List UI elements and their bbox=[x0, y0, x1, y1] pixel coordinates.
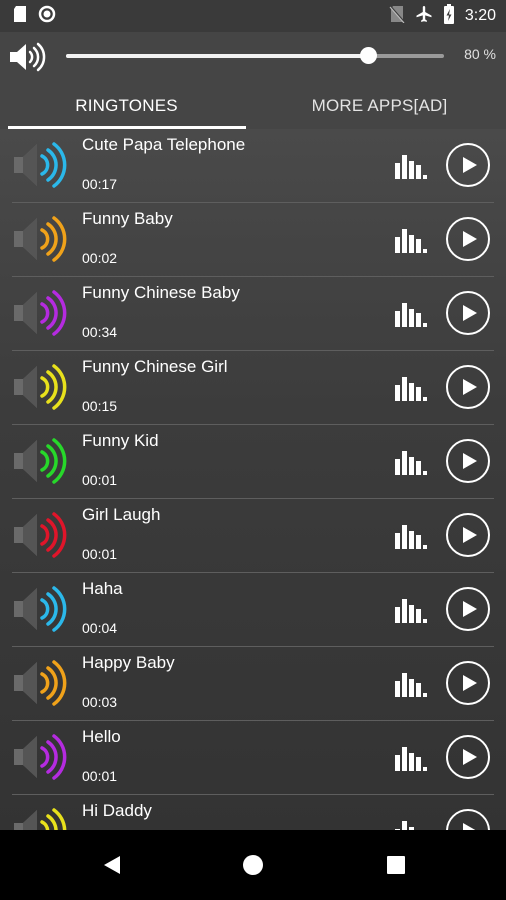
speaker-icon bbox=[12, 213, 70, 270]
speaker-icon bbox=[12, 361, 70, 418]
speaker-icon bbox=[12, 657, 70, 714]
ringtone-duration: 00:34 bbox=[82, 324, 118, 340]
play-button[interactable] bbox=[446, 217, 490, 261]
play-button[interactable] bbox=[446, 143, 490, 187]
ringtone-name: Funny Kid bbox=[82, 431, 159, 450]
equalizer-icon[interactable] bbox=[394, 669, 428, 702]
sd-card-icon bbox=[12, 5, 28, 28]
speaker-icon bbox=[12, 731, 70, 788]
back-icon bbox=[104, 856, 120, 874]
volume-percent: 80 % bbox=[464, 46, 496, 62]
ringtone-row[interactable]: Girl Laugh 00:01 bbox=[0, 499, 506, 573]
equalizer-icon[interactable] bbox=[394, 151, 428, 184]
ringtone-row[interactable]: Haha 00:04 bbox=[0, 573, 506, 647]
ringtone-row[interactable]: Funny Chinese Girl 00:15 bbox=[0, 351, 506, 425]
ringtone-name: Hi Daddy bbox=[82, 801, 152, 820]
volume-icon[interactable] bbox=[8, 41, 46, 78]
play-button[interactable] bbox=[446, 365, 490, 409]
ringtone-duration: 00:15 bbox=[82, 398, 118, 414]
ringtone-list[interactable]: Cute Papa Telephone 00:17 Funny Baby 00:… bbox=[0, 129, 506, 830]
volume-bar: 80 % bbox=[0, 32, 506, 82]
volume-slider[interactable] bbox=[66, 47, 444, 64]
ringtone-duration: 00:01 bbox=[82, 768, 118, 784]
ringtone-row[interactable]: Happy Baby 00:03 bbox=[0, 647, 506, 721]
equalizer-icon[interactable] bbox=[394, 299, 428, 332]
equalizer-icon[interactable] bbox=[394, 373, 428, 406]
ringtone-name: Funny Chinese Baby bbox=[82, 283, 240, 302]
status-bar: 3:20 bbox=[0, 0, 506, 32]
clock: 3:20 bbox=[464, 7, 496, 24]
play-button[interactable] bbox=[446, 809, 490, 830]
play-button[interactable] bbox=[446, 587, 490, 631]
ringtone-duration: 00:17 bbox=[82, 176, 118, 192]
ringtone-name: Girl Laugh bbox=[82, 505, 161, 524]
back-button[interactable] bbox=[72, 830, 152, 900]
ringtone-row[interactable]: Hello 00:01 bbox=[0, 721, 506, 795]
speaker-icon bbox=[12, 435, 70, 492]
equalizer-icon[interactable] bbox=[394, 817, 428, 830]
play-button[interactable] bbox=[446, 439, 490, 483]
ringtone-name: Haha bbox=[82, 579, 123, 598]
tab-more-apps[interactable]: MORE APPS[AD] bbox=[253, 82, 506, 129]
ringtone-name: Funny Baby bbox=[82, 209, 173, 228]
ringtone-name: Happy Baby bbox=[82, 653, 175, 672]
ringtone-duration: 00:03 bbox=[82, 694, 118, 710]
speaker-icon bbox=[12, 509, 70, 566]
volume-slider-fill bbox=[66, 54, 369, 58]
recents-button[interactable] bbox=[356, 830, 436, 900]
home-icon bbox=[243, 855, 263, 875]
play-button[interactable] bbox=[446, 291, 490, 335]
circle-status-icon bbox=[38, 5, 56, 28]
ringtone-duration: 00:02 bbox=[82, 250, 118, 266]
speaker-icon bbox=[12, 139, 70, 196]
equalizer-icon[interactable] bbox=[394, 225, 428, 258]
ringtone-name: Cute Papa Telephone bbox=[82, 135, 246, 154]
no-sim-icon bbox=[389, 4, 405, 28]
speaker-icon bbox=[12, 805, 70, 830]
home-button[interactable] bbox=[213, 830, 293, 900]
ringtone-duration: 00:01 bbox=[82, 546, 118, 562]
tab-ringtones[interactable]: RINGTONES bbox=[0, 82, 253, 129]
ringtone-name: Hello bbox=[82, 727, 121, 746]
speaker-icon bbox=[12, 583, 70, 640]
ringtone-row[interactable]: Funny Chinese Baby 00:34 bbox=[0, 277, 506, 351]
ringtone-row[interactable]: Hi Daddy bbox=[0, 795, 506, 830]
speaker-icon bbox=[12, 287, 70, 344]
ringtone-duration: 00:01 bbox=[82, 472, 118, 488]
ringtone-duration: 00:04 bbox=[82, 620, 118, 636]
airplane-mode-icon bbox=[415, 5, 433, 28]
equalizer-icon[interactable] bbox=[394, 521, 428, 554]
equalizer-icon[interactable] bbox=[394, 743, 428, 776]
ringtone-row[interactable]: Cute Papa Telephone 00:17 bbox=[0, 129, 506, 203]
play-button[interactable] bbox=[446, 661, 490, 705]
ringtone-name: Funny Chinese Girl bbox=[82, 357, 228, 376]
tab-bar: RINGTONES MORE APPS[AD] bbox=[0, 82, 506, 129]
battery-charging-icon bbox=[443, 3, 455, 29]
play-button[interactable] bbox=[446, 513, 490, 557]
ringtone-row[interactable]: Funny Kid 00:01 bbox=[0, 425, 506, 499]
equalizer-icon[interactable] bbox=[394, 447, 428, 480]
equalizer-icon[interactable] bbox=[394, 595, 428, 628]
ringtone-row[interactable]: Funny Baby 00:02 bbox=[0, 203, 506, 277]
play-button[interactable] bbox=[446, 735, 490, 779]
volume-slider-thumb[interactable] bbox=[360, 47, 378, 64]
recents-icon bbox=[387, 856, 405, 874]
navigation-bar bbox=[0, 830, 506, 900]
